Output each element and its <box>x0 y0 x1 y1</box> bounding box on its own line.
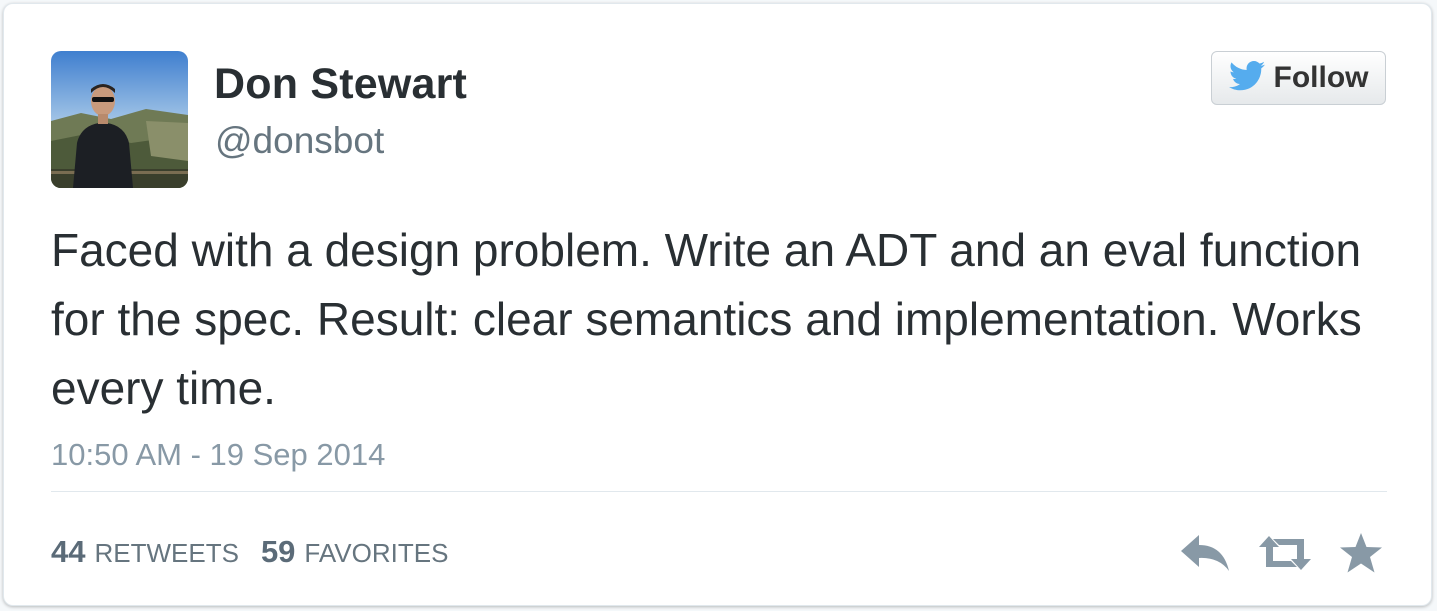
divider <box>51 491 1387 492</box>
avatar[interactable] <box>51 51 188 188</box>
retweet-icon[interactable] <box>1255 533 1315 578</box>
favorites-label[interactable]: FAVORITES <box>304 538 448 569</box>
retweets-count[interactable]: 44 <box>51 534 85 570</box>
user-handle[interactable]: @donsbot <box>215 120 384 162</box>
tweet-actions <box>1179 532 1383 579</box>
user-name[interactable]: Don Stewart <box>214 60 467 109</box>
tweet-card: Don Stewart @donsbot Follow Faced with a… <box>3 3 1432 606</box>
twitter-bird-icon <box>1228 60 1265 96</box>
reply-icon[interactable] <box>1179 533 1231 578</box>
follow-button[interactable]: Follow <box>1211 51 1386 105</box>
favorite-star-icon[interactable] <box>1339 532 1383 579</box>
tweet-stats: 44 RETWEETS 59 FAVORITES <box>51 534 470 570</box>
retweets-label[interactable]: RETWEETS <box>94 538 238 569</box>
tweet-text: Faced with a design problem. Write an AD… <box>51 224 1362 414</box>
tweet-timestamp[interactable]: 10:50 AM - 19 Sep 2014 <box>51 437 385 473</box>
favorites-count[interactable]: 59 <box>261 534 295 570</box>
follow-label: Follow <box>1273 61 1369 94</box>
